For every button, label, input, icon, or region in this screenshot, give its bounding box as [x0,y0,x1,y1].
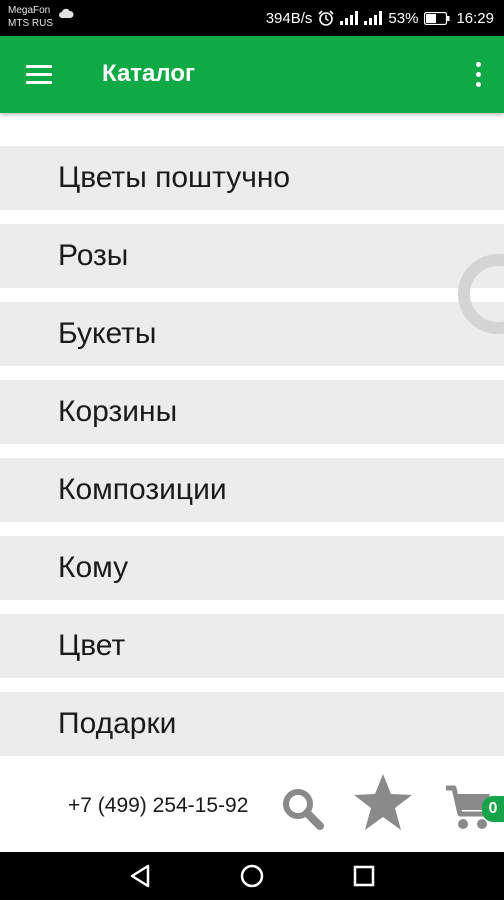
phone-link[interactable]: +7 (499) 254-15-92 [68,794,248,818]
app-root: MegaFon MTS RUS 394B/s 53% 16:29 Каталог… [0,0,504,900]
more-icon-dot [476,62,481,67]
hamburger-icon-bar [26,73,52,76]
category-label: Цветы поштучно [58,161,291,194]
clock: 16:29 [456,9,494,27]
category-item[interactable]: Букеты [0,302,504,366]
back-icon[interactable] [126,862,154,890]
battery-percent: 53% [388,9,419,27]
carrier-info: MegaFon MTS RUS [8,4,53,30]
category-item[interactable]: Композиции [0,458,504,522]
recents-icon[interactable] [350,862,378,890]
category-label: Композиции [58,473,227,506]
carrier-2: MTS RUS [8,18,53,29]
category-item[interactable]: Корзины [0,380,504,444]
alarm-icon [318,10,334,26]
menu-button[interactable] [20,56,60,92]
category-item[interactable]: Подарки [0,692,504,756]
cart-button[interactable]: 0 [444,782,504,832]
search-icon[interactable] [280,786,326,832]
category-label: Букеты [58,317,157,350]
more-icon-dot [476,72,481,77]
category-label: Корзины [58,395,178,428]
cart-count-badge: 0 [482,796,504,822]
page-title: Каталог [102,60,195,87]
carrier-1: MegaFon [8,5,51,16]
more-icon-dot [476,82,481,87]
home-icon[interactable] [238,862,266,890]
category-label: Цвет [58,629,126,662]
category-item[interactable]: Цветы поштучно [0,146,504,210]
category-label: Кому [58,551,129,584]
system-nav-bar [0,852,504,900]
category-item[interactable]: Розы [0,224,504,288]
cloud-icon [59,8,74,18]
category-item[interactable]: Цвет [0,614,504,678]
category-label: Подарки [58,707,177,740]
signal-icon-4g [364,11,383,25]
star-icon[interactable] [352,772,414,834]
hamburger-icon-bar [26,65,52,68]
category-item[interactable]: Кому [0,536,504,600]
status-bar: MegaFon MTS RUS 394B/s 53% 16:29 [0,0,504,36]
status-indicators: 394B/s 53% 16:29 [260,0,494,36]
hamburger-icon-bar [26,81,52,84]
signal-icon [340,11,359,25]
app-bar: Каталог [0,36,504,113]
battery-icon [424,11,450,25]
more-options-button[interactable] [468,58,488,92]
network-speed: 394B/s [265,9,313,27]
bottom-bar: +7 (499) 254-15-92 0 [0,758,504,852]
category-label: Розы [58,239,129,272]
